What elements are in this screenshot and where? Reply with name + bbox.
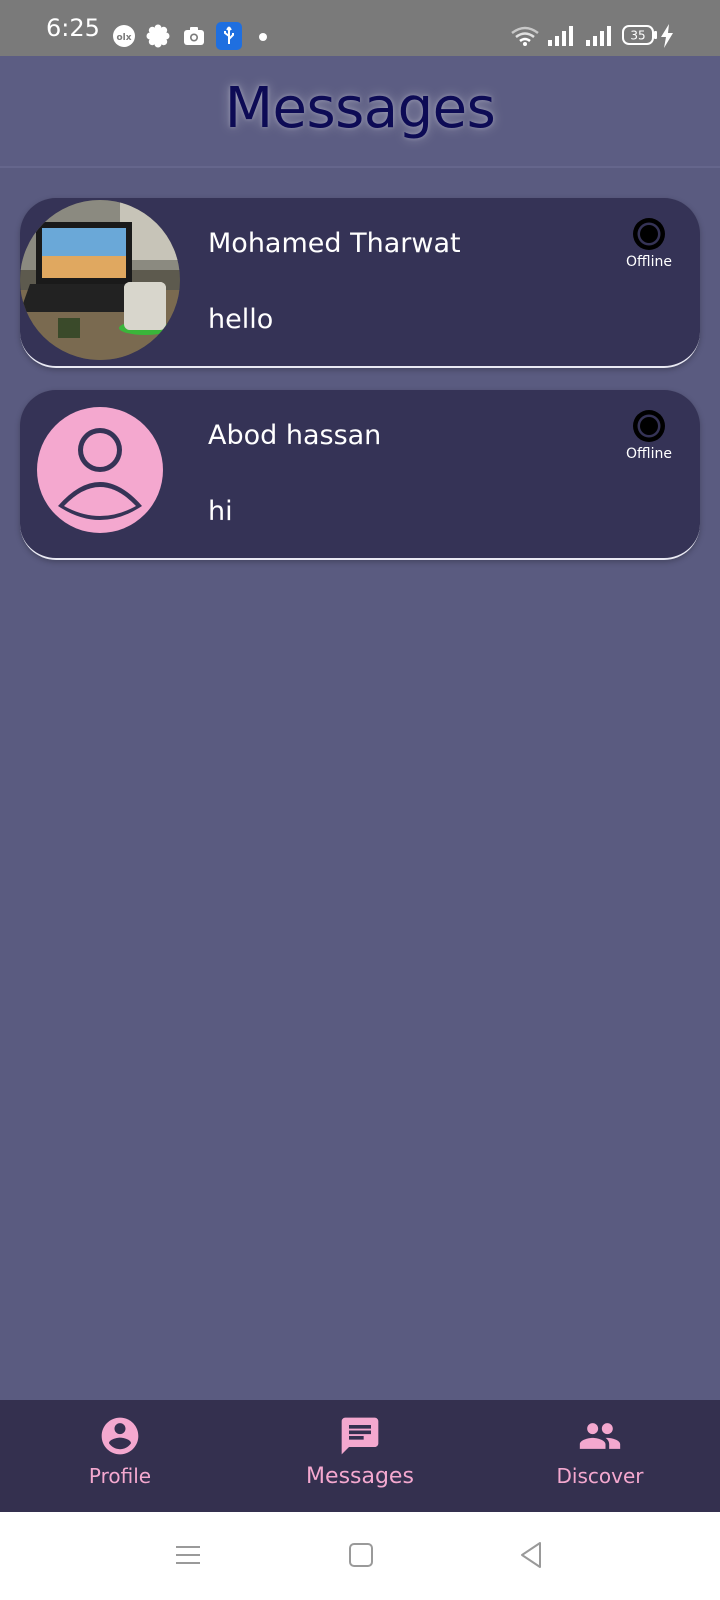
nav-profile[interactable]: Profile — [20, 1414, 220, 1488]
nav-label: Discover — [556, 1464, 644, 1488]
presence-status: Offline — [614, 216, 684, 270]
account-circle-icon — [101, 1417, 139, 1455]
contact-name: Abod hassan — [208, 420, 382, 451]
menu-icon[interactable] — [174, 1540, 202, 1570]
back-icon[interactable] — [516, 1540, 546, 1570]
nav-label: Profile — [88, 1464, 152, 1488]
offline-indicator-icon — [633, 218, 665, 250]
status-label: Offline — [626, 254, 672, 270]
last-message: hello — [208, 304, 274, 335]
conversation-item[interactable]: Abod hassan hi Offline — [20, 390, 700, 560]
bottom-navigation: Profile Messages Discover — [0, 1400, 720, 1512]
olx-icon: olx — [113, 25, 135, 47]
app-header: Messages — [0, 56, 720, 166]
default-user-icon — [37, 407, 163, 533]
camera-icon — [184, 27, 204, 45]
status-label: Offline — [626, 446, 672, 462]
contact-name: Mohamed Tharwat — [208, 228, 461, 259]
dot-icon — [259, 33, 267, 41]
last-message: hi — [208, 496, 233, 527]
status-time: 6:25 — [46, 14, 100, 42]
avatar-photo-icon — [20, 200, 180, 360]
status-bar: 6:25 olx 35 — [0, 0, 720, 56]
home-icon[interactable] — [346, 1540, 376, 1570]
avatar — [20, 200, 180, 360]
usb-icon — [216, 22, 242, 50]
gear-flower-icon — [146, 24, 170, 48]
signal-icon — [548, 26, 573, 46]
svg-text:olx: olx — [116, 33, 131, 43]
battery-level: 35 — [630, 29, 645, 43]
header-divider — [0, 166, 720, 168]
people-icon — [579, 1423, 621, 1449]
chat-icon — [341, 1417, 379, 1455]
wifi-icon — [511, 26, 539, 46]
system-navigation-bar — [0, 1512, 720, 1600]
avatar — [36, 406, 164, 534]
signal-icon — [586, 26, 611, 46]
offline-indicator-icon — [633, 410, 665, 442]
nav-messages[interactable]: Messages — [260, 1414, 460, 1489]
nav-discover[interactable]: Discover — [500, 1414, 700, 1488]
nav-label: Messages — [306, 1464, 414, 1489]
presence-status: Offline — [614, 408, 684, 462]
battery-icon: 35 — [622, 25, 657, 45]
charging-icon — [661, 24, 673, 48]
conversation-item[interactable]: Mohamed Tharwat hello Offline — [20, 198, 700, 368]
page-title: Messages — [224, 76, 496, 141]
